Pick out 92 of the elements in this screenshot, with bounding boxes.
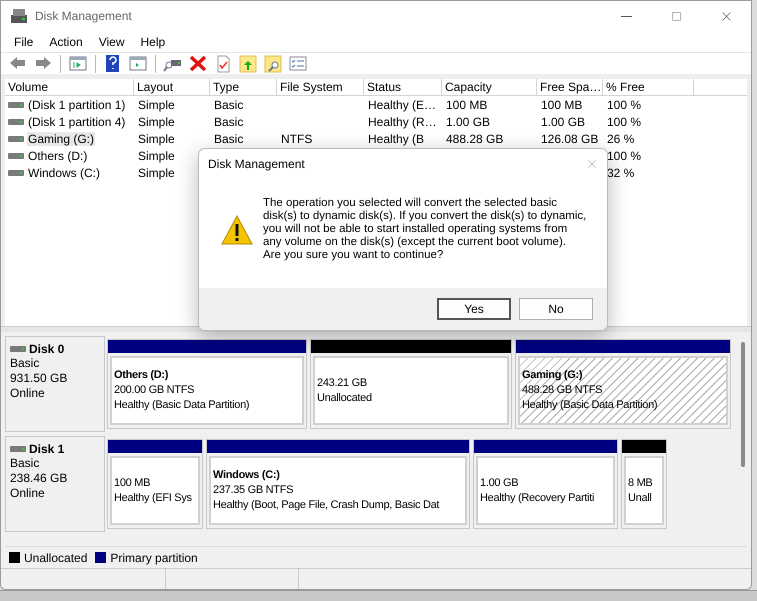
folder-search-icon[interactable]: [262, 52, 284, 74]
table-cell: Others (D:): [27, 148, 88, 162]
app-icon: [11, 9, 27, 23]
partition-block[interactable]: 8 MB Unall: [624, 456, 664, 525]
table-cell: 488.28 GB: [445, 132, 504, 146]
table-cell: Simple: [137, 148, 176, 162]
table-cell: Healthy (E…: [367, 98, 438, 112]
disk-size: 238.46 GB: [10, 471, 68, 486]
table-cell: 26 %: [606, 132, 636, 146]
table-cell: Basic: [213, 114, 244, 128]
partition-block[interactable]: 1.00 GB Healthy (Recovery Partiti: [476, 456, 615, 525]
partition-size: 488.28 GB NTFS: [522, 383, 604, 398]
column-header[interactable]: File System: [277, 79, 364, 96]
table-cell: 100 %: [606, 98, 642, 112]
column-header[interactable]: % Free: [603, 79, 694, 96]
table-cell: 1.00 GB: [540, 114, 586, 128]
partition-status: Healthy (EFI Sys: [114, 490, 193, 506]
table-cell: Basic: [213, 98, 244, 112]
drive-icon: [8, 118, 24, 126]
column-header[interactable]: Volume: [5, 79, 134, 96]
partition-block[interactable]: Others (D:) 200.00 GB NTFS Healthy (Basic Data Partition): [110, 356, 304, 425]
table-cell: Simple: [137, 98, 176, 112]
table-cell: Simple: [137, 132, 176, 146]
partition-block[interactable]: Gaming (G:) 488.28 GB NTFS Healthy (Basic Data Partition): [518, 356, 728, 425]
menu-item[interactable]: Action: [42, 34, 90, 48]
scrollbar-thumb[interactable]: [741, 342, 745, 467]
drive-icon: [10, 345, 26, 353]
table-cell: 100 %: [606, 114, 642, 128]
disk-name: Disk 1: [29, 442, 64, 456]
disk-status: Online: [10, 486, 46, 501]
dialog-button[interactable]: Yes: [437, 298, 511, 320]
dialog-message: The operation you selected will convert the selected basic disk(s) to dynamic disk(s). If you convert the disk(s) to dynamic, you will not be able to start installed operating systems from any volume on the disk(s) (except the current boot volume). Are you sure you want to continue?: [263, 197, 586, 262]
table-cell: 1.00 GB: [445, 114, 492, 128]
partition-size: 100 MB: [114, 476, 152, 490]
partition-status: Healthy (Basic Data Partition): [522, 398, 658, 413]
disk-status: Online: [10, 386, 46, 401]
legend-label: Unallocated: [24, 550, 88, 564]
table-cell: 100 MB: [540, 98, 584, 112]
disk-type: Basic: [10, 356, 40, 371]
folder-up-arrow-icon[interactable]: [237, 52, 259, 74]
table-cell: 100 %: [606, 148, 642, 162]
window-title: Disk Management: [35, 9, 132, 23]
table-cell: Healthy (R…: [367, 114, 438, 128]
partition-block[interactable]: 243.21 GB Unallocated: [313, 356, 509, 425]
table-cell: Healthy (B: [367, 132, 426, 146]
partition-status: Healthy (Recovery Partiti: [480, 490, 596, 506]
menu-item[interactable]: Help: [134, 34, 172, 48]
menu-item[interactable]: File: [7, 34, 40, 48]
table-cell: Windows (C:): [27, 166, 102, 180]
column-header[interactable]: Status: [364, 79, 442, 96]
partition-size: 200.00 GB NTFS: [114, 383, 196, 398]
maximize-icon: [670, 10, 682, 22]
table-cell: NTFS: [280, 132, 314, 146]
warning-icon: [221, 214, 253, 244]
dialog-button[interactable]: No: [519, 298, 593, 320]
partition-status: Healthy (Boot, Page File, Crash Dump, Basic Dat: [213, 498, 440, 513]
partition-size: 1.00 GB: [480, 476, 520, 490]
partition-status: Unall: [628, 490, 653, 506]
drive-icon: [8, 134, 24, 142]
drive-icon: [8, 100, 24, 108]
disk-name: Disk 0: [29, 342, 64, 356]
drive-icon: [10, 445, 26, 453]
partition-status: Unallocated: [317, 390, 373, 406]
partition-status: Healthy (Basic Data Partition): [114, 398, 250, 413]
partition-size: 237.35 GB NTFS: [213, 483, 294, 498]
drive-icon: [8, 152, 24, 160]
table-cell: (Disk 1 partition 4): [27, 114, 126, 128]
dialog-title: Disk Management: [208, 157, 305, 171]
menu-item[interactable]: View: [92, 34, 132, 48]
table-cell: Simple: [137, 166, 176, 180]
table-cell: Simple: [137, 114, 176, 128]
drive-icon: [8, 168, 24, 176]
column-header[interactable]: Type: [210, 79, 277, 96]
partition-block[interactable]: Windows (C:) 237.35 GB NTFS Healthy (Boot, Page File, Crash Dump, Basic Dat: [209, 456, 467, 525]
column-header[interactable]: Free Spa…: [537, 79, 603, 96]
table-cell: 126.08 GB: [540, 132, 600, 146]
partition-name: Gaming (G:): [522, 368, 584, 383]
partition-name: Windows (C:): [213, 468, 281, 483]
partition-name: Others (D:): [114, 368, 170, 383]
table-cell: Gaming (G:): [27, 132, 96, 146]
partition-size: 8 MB: [628, 476, 654, 490]
disk-type: Basic: [10, 456, 40, 471]
table-cell: (Disk 1 partition 1): [27, 98, 126, 112]
table-cell: 100 MB: [445, 98, 488, 112]
table-cell: 32 %: [606, 166, 636, 180]
table-cell: Basic: [213, 132, 244, 146]
column-header[interactable]: Capacity: [442, 79, 537, 96]
legend-label: Primary partition: [110, 550, 198, 564]
column-header[interactable]: Layout: [134, 79, 210, 96]
partition-size: 243.21 GB: [317, 376, 368, 390]
partition-block[interactable]: 100 MB Healthy (EFI Sys: [110, 456, 200, 525]
disk-size: 931.50 GB: [10, 371, 68, 386]
